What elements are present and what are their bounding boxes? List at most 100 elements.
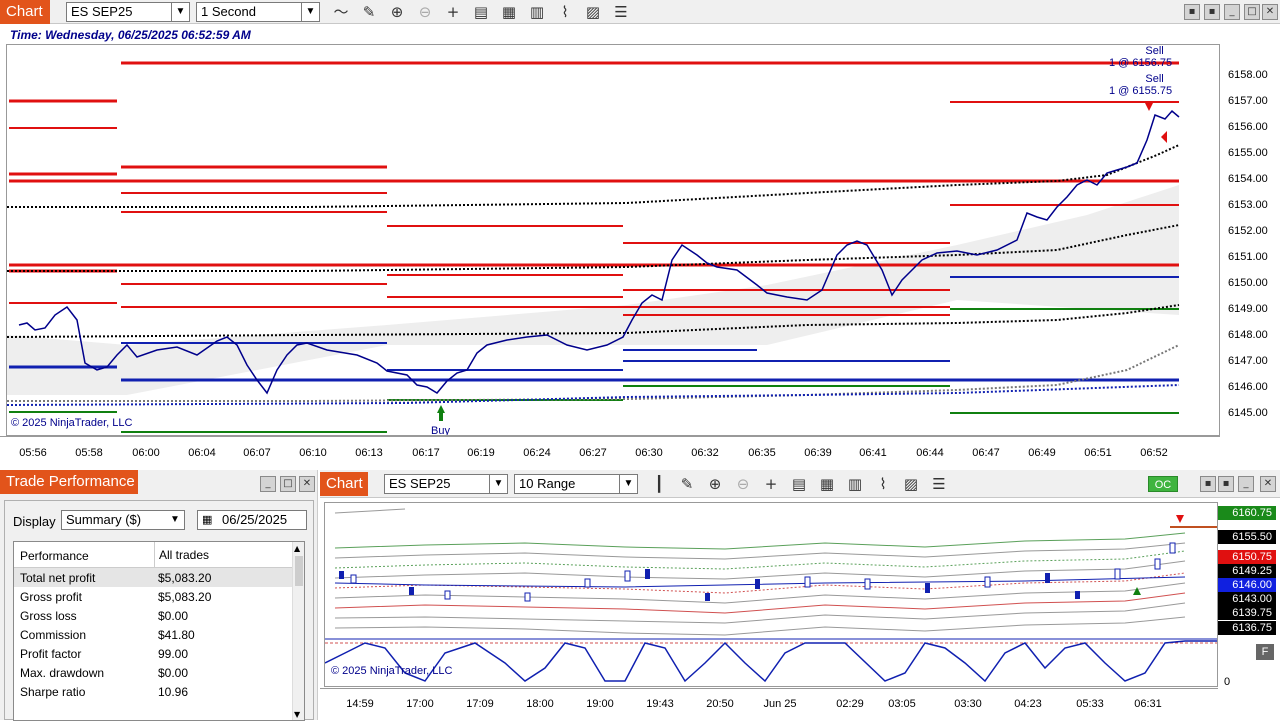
row-label: Sharpe ratio [20,685,86,699]
close-icon[interactable]: ✕ [1260,476,1276,492]
price-tick: 6149.00 [1228,303,1268,315]
price-axis[interactable]: 6158.00 6157.00 6156.00 6155.00 6154.00 6153.… [1220,44,1280,436]
trade-performance-body: Display Summary ($) ▼ ▦ 06/25/2025 Perfo… [4,500,314,721]
data-box-icon[interactable]: ▤ [790,475,808,493]
chart-style-icon[interactable]: ┃ [650,475,668,493]
time-tick: 06:32 [691,447,719,459]
value-area-band [7,185,1179,395]
row-label: Gross loss [20,609,77,623]
window-tile2-icon[interactable]: ▪ [1218,476,1234,492]
price-chart-area[interactable]: © 2025 NinjaTrader, LLC Sell 1 @ 6156.75… [6,44,1220,436]
table-row[interactable]: Max. drawdown $0.00 [14,663,304,682]
templates-icon[interactable]: ▦ [818,475,836,493]
table-row[interactable]: Gross profit $5,083.20 [14,587,304,606]
time-tick: 06:27 [579,447,607,459]
time-tick: Jun 25 [763,698,797,710]
display-label: Display [13,514,56,529]
row-value: 10.96 [158,685,189,699]
zoom-in-icon[interactable]: ⊕ [388,3,406,21]
time-tick: 06:17 [412,447,440,459]
row-value: $41.80 [158,628,195,642]
chevron-down-icon: ▼ [170,514,180,525]
buy-annotation: Buy [431,425,450,436]
data-box-icon[interactable]: ▤ [472,3,490,21]
instrument-selector[interactable]: ES SEP25 ▼ [66,2,190,22]
maximize-icon[interactable]: □ [1244,4,1260,20]
table-row[interactable]: Total net profit $5,083.20 [14,568,304,587]
price-badge: 6139.75 [1218,606,1276,620]
table-row[interactable]: Sharpe ratio 10.96 [14,682,304,701]
price-tick: 6153.00 [1228,199,1268,211]
time-tick: 06:19 [467,447,495,459]
top-chart-window: Chart ES SEP25 ▼ 1 Second ▼ 〜 ✎ ⊕ ⊖ + ▤ … [0,0,1280,466]
strategies-icon[interactable]: ⌇ [556,3,574,21]
order-control-button[interactable]: OC [1148,476,1178,492]
top-chart-tab[interactable]: Chart [0,0,50,24]
time-tick: 06:10 [299,447,327,459]
indicators-icon[interactable]: ▥ [846,475,864,493]
performance-table[interactable]: Performance All trades Total net profit $… [13,541,305,721]
crosshair-time-label: Time: Wednesday, 06/25/2025 06:52:59 AM [10,28,251,42]
time-tick: 19:00 [586,698,614,710]
buy-arrow-stem [439,413,443,421]
price-tick: 6146.00 [1228,381,1268,393]
scroll-thumb[interactable] [295,556,303,586]
sell-label: Sell [1145,45,1164,57]
zoom-in-icon[interactable]: ⊕ [706,475,724,493]
strategies-icon[interactable]: ⌇ [874,475,892,493]
price-tick: 6158.00 [1228,69,1268,81]
table-row[interactable]: Profit factor 99.00 [14,644,304,663]
maximize-icon[interactable]: □ [280,476,296,492]
row-label: Gross profit [20,590,83,604]
time-tick: 06:44 [916,447,944,459]
scroll-down-icon[interactable]: ▼ [294,710,300,719]
properties-icon[interactable]: ▨ [584,3,602,21]
time-tick: 06:13 [355,447,383,459]
table-row[interactable]: Commission $41.80 [14,625,304,644]
minimize-icon[interactable]: _ [1238,476,1254,492]
minimize-icon[interactable]: _ [260,476,276,492]
close-icon[interactable]: ✕ [299,476,315,492]
zoom-out-icon[interactable]: ⊖ [734,475,752,493]
list-icon[interactable]: ☰ [612,3,630,21]
ma-line-1 [7,144,1180,208]
zoom-out-icon[interactable]: ⊖ [416,3,434,21]
window-tile-icon[interactable]: ▪ [1184,4,1200,20]
interval-value: 10 Range [519,476,576,491]
list-icon[interactable]: ☰ [930,475,948,493]
price-tick: 6155.00 [1228,147,1268,159]
crosshair-icon[interactable]: + [762,475,780,493]
drawing-pencil-icon[interactable]: ✎ [678,475,696,493]
date-picker[interactable]: ▦ 06/25/2025 [197,510,307,530]
bottom-chart-tab[interactable]: Chart [320,472,368,496]
trade-performance-tab[interactable]: Trade Performance [0,470,138,494]
scroll-up-icon[interactable]: ▲ [294,544,300,553]
window-tile2-icon[interactable]: ▪ [1204,4,1220,20]
time-axis[interactable]: 05:56 05:58 06:00 06:04 06:07 06:10 06:13 06:17… [0,436,1220,466]
instrument-selector[interactable]: ES SEP25 ▼ [384,474,508,494]
close-icon[interactable]: ✕ [1262,4,1278,20]
range-chart-area[interactable]: © 2025 NinjaTrader, LLC [324,502,1218,687]
col-all-trades[interactable]: All trades [154,542,209,568]
table-header: Performance All trades [14,542,304,568]
minimize-icon[interactable]: _ [1224,4,1240,20]
interval-selector[interactable]: 10 Range ▼ [514,474,638,494]
display-selector[interactable]: Summary ($) ▼ [61,510,185,530]
range-time-axis[interactable]: 14:59 17:00 17:09 18:00 19:00 19:43 20:50 Jun 2… [320,688,1218,720]
table-scrollbar[interactable]: ▲ ▼ [292,542,304,720]
col-performance[interactable]: Performance [20,549,89,563]
f-button[interactable]: F [1256,644,1274,660]
row-label: Max. drawdown [20,666,105,680]
time-tick: 06:30 [635,447,663,459]
properties-icon[interactable]: ▨ [902,475,920,493]
indicators-icon[interactable]: ▥ [528,3,546,21]
window-tile-icon[interactable]: ▪ [1200,476,1216,492]
table-row[interactable]: Gross loss $0.00 [14,606,304,625]
chart-style-icon[interactable]: 〜 [332,3,350,21]
interval-selector[interactable]: 1 Second ▼ [196,2,320,22]
drawing-pencil-icon[interactable]: ✎ [360,3,378,21]
table-rows: Total net profit $5,083.20 Gross profit $5,… [14,568,304,701]
templates-icon[interactable]: ▦ [500,3,518,21]
crosshair-icon[interactable]: + [444,3,462,21]
price-badge: 6160.75 [1218,506,1276,520]
